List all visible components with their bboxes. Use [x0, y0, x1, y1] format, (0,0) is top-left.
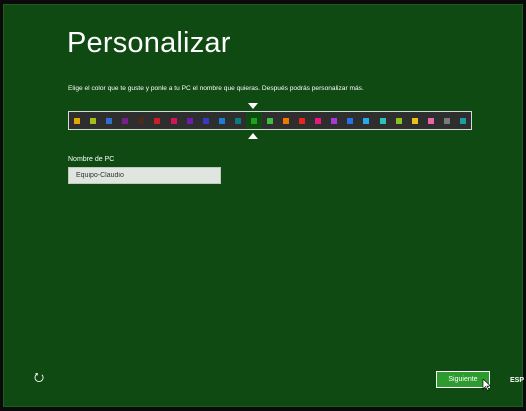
mouse-cursor-icon [482, 379, 492, 391]
color-swatch[interactable] [165, 112, 181, 129]
color-swatch[interactable] [407, 112, 423, 129]
language-indicator[interactable]: ESP [510, 377, 524, 384]
setup-window: Personalizar Elige el color que te guste… [3, 4, 524, 407]
color-swatch[interactable] [391, 112, 407, 129]
color-swatch[interactable] [358, 112, 374, 129]
color-swatch[interactable] [342, 112, 358, 129]
pc-name-label: Nombre de PC [68, 156, 115, 163]
ease-of-access-icon[interactable]: ⭮ [31, 370, 47, 386]
color-swatch[interactable] [294, 112, 310, 129]
color-swatch[interactable] [455, 112, 471, 129]
color-swatch[interactable] [423, 112, 439, 129]
color-swatch[interactable] [375, 112, 391, 129]
selected-color-marker-bottom [247, 133, 258, 139]
color-swatch[interactable] [214, 112, 230, 129]
color-swatch[interactable] [439, 112, 455, 129]
page-title: Personalizar [67, 27, 231, 59]
color-swatch[interactable] [101, 112, 117, 129]
pc-name-input[interactable] [68, 167, 221, 184]
color-swatch[interactable] [85, 112, 101, 129]
color-swatch[interactable] [310, 112, 326, 129]
color-swatch[interactable] [149, 112, 165, 129]
color-swatch[interactable] [133, 112, 149, 129]
color-swatch[interactable] [198, 112, 214, 129]
color-swatch[interactable] [69, 112, 85, 129]
color-palette[interactable] [68, 111, 472, 130]
color-swatch[interactable] [262, 112, 278, 129]
selected-color-marker-top [247, 103, 258, 109]
color-swatch[interactable] [182, 112, 198, 129]
color-swatch[interactable] [230, 112, 246, 129]
color-swatch[interactable] [278, 112, 294, 129]
color-swatch[interactable] [245, 112, 262, 129]
color-swatch[interactable] [117, 112, 133, 129]
page-instructions: Elige el color que te guste y ponle a tu… [68, 85, 364, 92]
color-swatch[interactable] [326, 112, 342, 129]
